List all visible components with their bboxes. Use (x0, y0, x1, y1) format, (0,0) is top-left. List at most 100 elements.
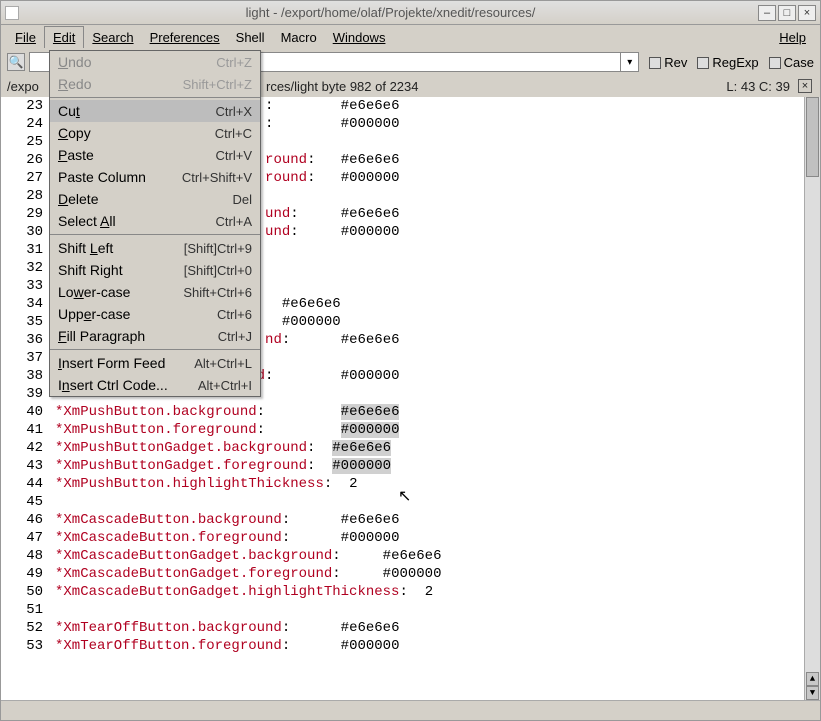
code-line[interactable]: *XmTearOffButton.foreground: #000000 (55, 637, 820, 655)
menu-item-accelerator: Shift+Ctrl+6 (183, 285, 252, 300)
menu-item-shift-left[interactable]: Shift Left[Shift]Ctrl+9 (50, 237, 260, 259)
resource-value: #000000 (341, 530, 400, 546)
code-line[interactable]: *XmCascadeButtonGadget.highlightThicknes… (55, 583, 820, 601)
resource-key: *XmPushButtonGadget.foreground (55, 458, 307, 474)
search-icon[interactable]: 🔍 (7, 53, 25, 71)
code-line[interactable]: *XmPushButton.foreground: #000000 (55, 421, 820, 439)
vertical-scrollbar[interactable]: ▲ ▼ (804, 97, 820, 700)
code-line[interactable]: *XmCascadeButtonGadget.background: #e6e6… (55, 547, 820, 565)
line-number: 34 (1, 295, 43, 313)
menu-item-accelerator: [Shift]Ctrl+9 (184, 241, 252, 256)
menu-item-label: Undo (58, 54, 216, 70)
menu-item-lower-case[interactable]: Lower-caseShift+Ctrl+6 (50, 281, 260, 303)
line-gutter: 2324252627282930313233343536373839404142… (1, 97, 49, 700)
menu-item-copy[interactable]: CopyCtrl+C (50, 122, 260, 144)
close-button[interactable]: × (798, 5, 816, 21)
menu-item-accelerator: Alt+Ctrl+I (198, 378, 252, 393)
code-line[interactable] (55, 493, 820, 511)
line-number: 39 (1, 385, 43, 403)
menu-item-accelerator: Ctrl+C (215, 126, 252, 141)
search-history-input[interactable]: ▾ (253, 52, 639, 72)
resource-key: und (265, 224, 290, 240)
menu-item-select-all[interactable]: Select AllCtrl+A (50, 210, 260, 232)
menu-item-accelerator: Del (232, 192, 252, 207)
code-line[interactable]: *XmCascadeButton.foreground: #000000 (55, 529, 820, 547)
code-line[interactable]: *XmPushButtonGadget.background: #e6e6e6 (55, 439, 820, 457)
code-line[interactable] (55, 601, 820, 619)
line-number: 43 (1, 457, 43, 475)
resource-value: #e6e6e6 (341, 98, 400, 114)
menu-item-insert-ctrl-code-[interactable]: Insert Ctrl Code...Alt+Ctrl+I (50, 374, 260, 396)
menu-item-accelerator: Ctrl+6 (217, 307, 252, 322)
resource-value: #000000 (341, 638, 400, 654)
menu-windows[interactable]: Windows (325, 27, 394, 48)
menu-item-redo: RedoShift+Ctrl+Z (50, 73, 260, 95)
resource-value: #000000 (383, 566, 442, 582)
case-checkbox[interactable]: Case (769, 55, 814, 70)
menu-item-accelerator: Ctrl+V (216, 148, 252, 163)
resource-key: round (265, 152, 307, 168)
menu-item-label: Upper-case (58, 306, 217, 322)
code-line[interactable]: *XmPushButton.highlightThickness: 2 (55, 475, 820, 493)
menu-item-delete[interactable]: DeleteDel (50, 188, 260, 210)
menu-item-cut[interactable]: CutCtrl+X (50, 100, 260, 122)
code-line[interactable]: *XmCascadeButton.background: #e6e6e6 (55, 511, 820, 529)
menu-item-label: Redo (58, 76, 183, 92)
resource-key: *XmCascadeButtonGadget.background (55, 548, 332, 564)
titlebar: light - /export/home/olaf/Projekte/xnedi… (1, 1, 820, 25)
menu-shell[interactable]: Shell (228, 27, 273, 48)
regexp-checkbox[interactable]: RegExp (697, 55, 758, 70)
rev-checkbox[interactable]: Rev (649, 55, 687, 70)
line-number: 30 (1, 223, 43, 241)
resource-value: #000000 (341, 224, 400, 240)
menu-help[interactable]: Help (771, 27, 814, 48)
menu-item-label: Fill Paragraph (58, 328, 218, 344)
menu-macro[interactable]: Macro (273, 27, 325, 48)
menu-item-accelerator: Shift+Ctrl+Z (183, 77, 252, 92)
resource-value: #000000 (341, 170, 400, 186)
line-number: 26 (1, 151, 43, 169)
menu-file[interactable]: File (7, 27, 44, 48)
line-number: 24 (1, 115, 43, 133)
menu-item-accelerator: Ctrl+J (218, 329, 252, 344)
resource-key: *XmPushButtonGadget.background (55, 440, 307, 456)
line-number: 29 (1, 205, 43, 223)
menu-item-label: Shift Right (58, 262, 184, 278)
scrollbar-thumb[interactable] (806, 97, 819, 177)
menu-item-shift-right[interactable]: Shift Right[Shift]Ctrl+0 (50, 259, 260, 281)
menu-search[interactable]: Search (84, 27, 141, 48)
menu-item-insert-form-feed[interactable]: Insert Form FeedAlt+Ctrl+L (50, 352, 260, 374)
resource-value: #e6e6e6 (341, 152, 400, 168)
minimize-button[interactable]: – (758, 5, 776, 21)
menu-item-label: Shift Left (58, 240, 184, 256)
document-icon (5, 6, 19, 20)
code-line[interactable]: *XmPushButton.background: #e6e6e6 (55, 403, 820, 421)
resource-key: *XmTearOffButton.foreground (55, 638, 282, 654)
code-line[interactable]: *XmCascadeButtonGadget.foreground: #0000… (55, 565, 820, 583)
resource-key: und (265, 206, 290, 222)
line-number: 23 (1, 97, 43, 115)
menu-item-accelerator: Alt+Ctrl+L (194, 356, 252, 371)
line-number: 52 (1, 619, 43, 637)
dropdown-icon[interactable]: ▾ (620, 53, 638, 71)
resource-value: #e6e6e6 (341, 332, 400, 348)
code-line[interactable]: *XmTearOffButton.background: #e6e6e6 (55, 619, 820, 637)
menu-item-label: Cut (58, 103, 216, 119)
menu-item-upper-case[interactable]: Upper-caseCtrl+6 (50, 303, 260, 325)
resource-key: *XmCascadeButtonGadget.highlightThicknes… (55, 584, 399, 600)
menu-edit[interactable]: Edit (44, 26, 84, 48)
close-panel-icon[interactable]: × (798, 79, 812, 93)
menu-separator (50, 349, 260, 350)
code-line[interactable]: *XmPushButtonGadget.foreground: #000000 (55, 457, 820, 475)
line-number: 41 (1, 421, 43, 439)
menu-separator (50, 97, 260, 98)
resource-key: nd (265, 332, 282, 348)
maximize-button[interactable]: □ (778, 5, 796, 21)
menu-item-paste[interactable]: PasteCtrl+V (50, 144, 260, 166)
menu-item-label: Insert Ctrl Code... (58, 377, 198, 393)
menu-item-fill-paragraph[interactable]: Fill ParagraphCtrl+J (50, 325, 260, 347)
menu-preferences[interactable]: Preferences (142, 27, 228, 48)
resource-value: #e6e6e6 (383, 548, 442, 564)
menu-item-paste-column[interactable]: Paste ColumnCtrl+Shift+V (50, 166, 260, 188)
scroll-down-icon[interactable]: ▼ (806, 686, 819, 700)
